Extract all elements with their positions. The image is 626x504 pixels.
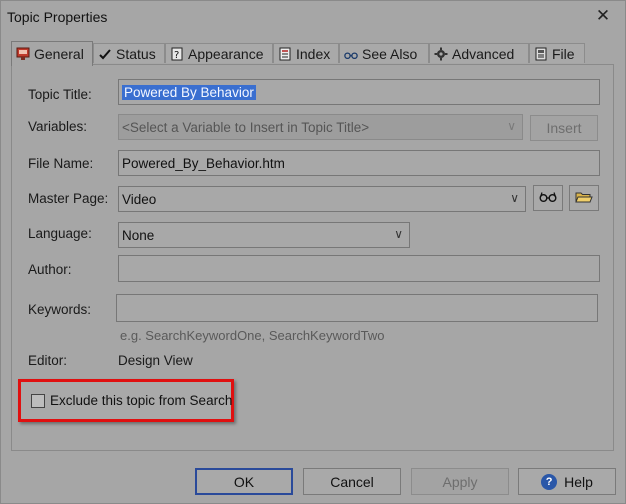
topic-title-label: Topic Title: — [28, 87, 92, 102]
variables-select[interactable]: <Select a Variable to Insert in Topic Ti… — [118, 114, 523, 140]
file-name-value: Powered_By_Behavior.htm — [122, 155, 285, 171]
language-value: None — [122, 227, 155, 243]
help-button[interactable]: ? Help — [518, 468, 616, 495]
chevron-down-icon: ∨ — [394, 227, 403, 241]
language-select[interactable]: None ∨ — [118, 222, 410, 248]
keywords-input[interactable] — [116, 294, 598, 322]
window-title: Topic Properties — [7, 9, 108, 25]
tab-appearance[interactable]: ? Appearance — [165, 43, 273, 63]
variables-select-value: <Select a Variable to Insert in Topic Ti… — [122, 119, 370, 135]
file-icon — [534, 47, 548, 61]
master-page-value: Video — [122, 191, 157, 207]
tab-file-label: File — [552, 45, 575, 62]
cancel-button[interactable]: Cancel — [303, 468, 401, 495]
exclude-from-search-label[interactable]: Exclude this topic from Search — [50, 393, 232, 408]
tab-appearance-label: Appearance — [188, 45, 264, 62]
tab-advanced-label: Advanced — [452, 45, 515, 62]
file-name-label: File Name: — [28, 156, 94, 171]
tab-see-also[interactable]: See Also — [339, 43, 429, 63]
help-button-label: Help — [564, 473, 593, 490]
svg-text:?: ? — [174, 50, 179, 61]
open-folder-icon — [575, 190, 593, 207]
gear-icon — [434, 47, 448, 61]
topic-title-input[interactable]: Powered By Behavior — [118, 79, 600, 105]
tab-status-label: Status — [116, 45, 156, 62]
question-doc-icon: ? — [170, 47, 184, 61]
glasses-icon — [539, 190, 557, 206]
topic-title-value: Powered By Behavior — [122, 84, 256, 100]
chevron-down-icon: ∨ — [510, 191, 519, 205]
browse-master-page-button[interactable] — [569, 185, 599, 211]
glasses-icon — [344, 47, 358, 61]
checkmark-icon — [98, 47, 112, 61]
keywords-label: Keywords: — [28, 302, 92, 317]
help-icon: ? — [541, 473, 558, 490]
close-icon[interactable]: ✕ — [593, 6, 613, 26]
tab-advanced[interactable]: Advanced — [429, 43, 529, 63]
tab-file[interactable]: File — [529, 43, 585, 63]
keywords-hint: e.g. SearchKeywordOne, SearchKeywordTwo — [120, 328, 385, 343]
tab-index[interactable]: Index — [273, 43, 339, 63]
tab-status[interactable]: Status — [93, 43, 165, 63]
chevron-down-icon: ∨ — [507, 119, 516, 133]
language-label: Language: — [28, 226, 92, 241]
ok-button[interactable]: OK — [195, 468, 293, 495]
tab-strip: General Status ? Appearance Index See Al… — [11, 41, 611, 66]
author-label: Author: — [28, 262, 72, 277]
editor-value: Design View — [118, 353, 193, 368]
file-name-input[interactable]: Powered_By_Behavior.htm — [118, 150, 600, 176]
title-bar: Topic Properties ✕ — [1, 1, 625, 33]
insert-button[interactable]: Insert — [530, 115, 598, 141]
tab-general[interactable]: General — [11, 41, 93, 66]
master-page-select[interactable]: Video ∨ — [118, 186, 526, 212]
tab-see-also-label: See Also — [362, 45, 418, 62]
exclude-from-search-highlight: Exclude this topic from Search — [18, 379, 234, 422]
index-list-icon — [278, 47, 292, 61]
preview-master-page-button[interactable] — [533, 185, 563, 211]
tab-index-label: Index — [296, 45, 331, 62]
master-page-label: Master Page: — [28, 191, 109, 206]
tab-general-label: General — [34, 46, 84, 62]
variables-label: Variables: — [28, 119, 88, 134]
exclude-from-search-checkbox[interactable] — [31, 394, 45, 408]
topic-properties-dialog: Topic Properties ✕ General Status ? Appe… — [0, 0, 626, 504]
general-tab-icon — [16, 47, 30, 61]
apply-button[interactable]: Apply — [411, 468, 509, 495]
editor-label: Editor: — [28, 353, 68, 368]
author-input[interactable] — [118, 255, 600, 282]
